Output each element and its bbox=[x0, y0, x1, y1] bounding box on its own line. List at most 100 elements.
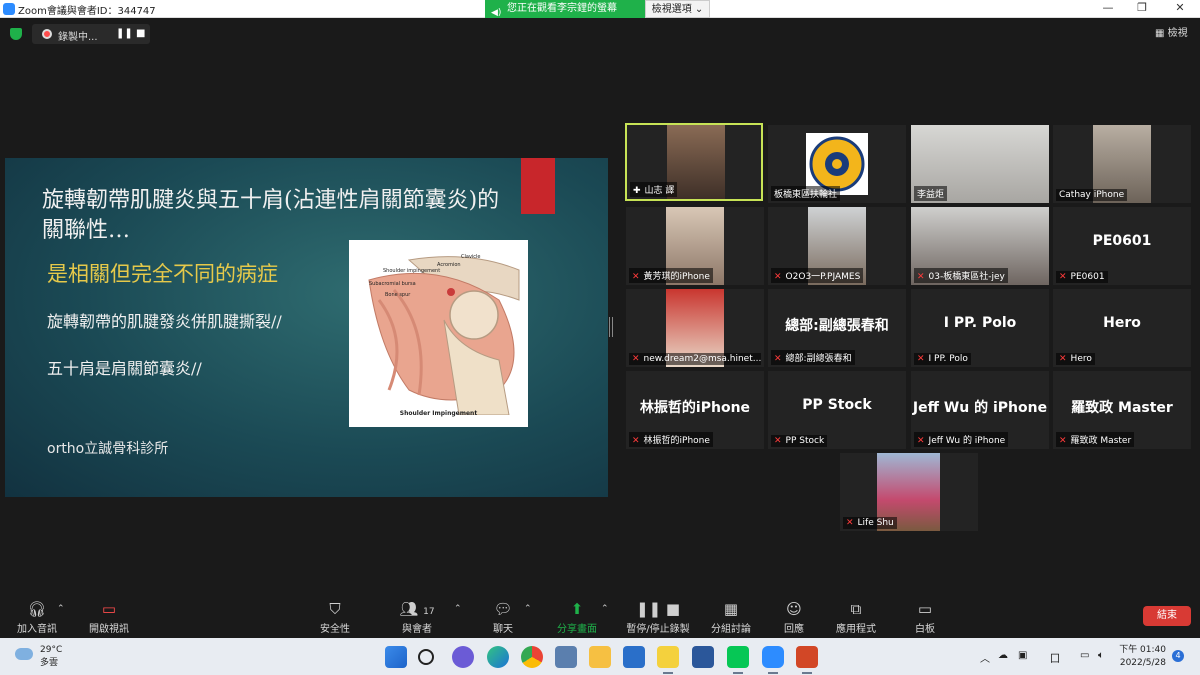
participants-label: 與會者 bbox=[402, 624, 432, 635]
whiteboard-button[interactable]: ▭ 白板 bbox=[890, 594, 960, 635]
onedrive-cloud-icon[interactable]: ☁ bbox=[998, 650, 1008, 661]
participant-name-text: 羅致政 Master bbox=[1070, 436, 1132, 446]
share-screen-label: 分享畫面 bbox=[557, 624, 597, 635]
share-banner-text: 您正在觀看李宗鋰的螢幕 bbox=[507, 3, 617, 14]
participants-count: 17 bbox=[423, 607, 435, 617]
sticky-notes-icon[interactable] bbox=[657, 646, 679, 668]
participant-name: ✕ PE0601 bbox=[1056, 271, 1108, 283]
word-icon[interactable] bbox=[692, 646, 714, 668]
participant-tile[interactable]: PE0601 ✕ PE0601 bbox=[1053, 207, 1191, 285]
shared-screen: 旋轉韌帶肌腱炎與五十肩(沾連性肩關節囊炎)的關聯性… 是相關但完全不同的病症 旋… bbox=[5, 158, 608, 497]
participant-name: ✕ 林振哲的iPhone bbox=[629, 432, 713, 447]
encryption-shield-icon[interactable] bbox=[10, 28, 22, 40]
participant-name-text: Hero bbox=[1070, 354, 1092, 364]
join-audio-button[interactable]: 🎧︎ 加入音訊 bbox=[2, 594, 72, 635]
participant-display-name: PE0601 bbox=[1092, 233, 1152, 249]
participant-display-name: I PP. Polo bbox=[943, 315, 1017, 331]
participant-tile[interactable]: 林振哲的iPhone ✕ 林振哲的iPhone bbox=[626, 371, 764, 449]
cloud-icon[interactable] bbox=[15, 648, 33, 660]
participant-tile[interactable]: ✕ O2O3一P.PJAMES bbox=[768, 207, 906, 285]
breakout-rooms-button[interactable]: ▦ 分組討論 bbox=[696, 594, 766, 635]
participant-tile[interactable]: 板橋東區扶輪社 bbox=[768, 125, 906, 203]
participant-tile[interactable]: 羅致政 Master ✕ 羅致政 Master bbox=[1053, 371, 1191, 449]
split-view-handle[interactable] bbox=[609, 317, 613, 337]
close-button[interactable]: ✕ bbox=[1170, 1, 1190, 14]
view-options-button[interactable]: 檢視選項 ⌄ bbox=[645, 0, 710, 18]
participant-tile[interactable]: 李益炬 bbox=[911, 125, 1049, 203]
breakout-label: 分組討論 bbox=[711, 624, 751, 635]
participant-tile[interactable]: 總部:副總張春和 ✕ 總部:副總張春和 bbox=[768, 289, 906, 367]
input-method-icon[interactable]: 囗 bbox=[1050, 650, 1060, 665]
participants-chevron-up-icon[interactable]: ⌃ bbox=[454, 604, 462, 614]
start-video-button[interactable]: ▭ 開啟視訊 bbox=[74, 594, 144, 635]
chrome-browser-icon[interactable] bbox=[521, 646, 543, 668]
powerpoint-icon[interactable] bbox=[796, 646, 818, 668]
pause-recording-button[interactable]: ❚❚ bbox=[116, 28, 133, 39]
title-bar: Zoom會議與會者ID：344747 ◀) 您正在觀看李宗鋰的螢幕 檢視選項 ⌄… bbox=[0, 0, 1200, 18]
file-explorer-icon[interactable] bbox=[589, 646, 611, 668]
end-meeting-button[interactable]: 結束 bbox=[1143, 606, 1191, 626]
tray-app-icon[interactable]: ▣ bbox=[1018, 650, 1027, 661]
apps-button[interactable]: ⧉ 應用程式 bbox=[821, 594, 891, 635]
security-button[interactable]: ⛉ 安全性 bbox=[300, 594, 370, 635]
participants-button[interactable]: 👥︎ 17 與會者 bbox=[382, 594, 452, 635]
search-icon[interactable] bbox=[418, 649, 434, 665]
participant-name: ✕ 羅致政 Master bbox=[1056, 432, 1135, 447]
teams-chat-icon[interactable] bbox=[452, 646, 474, 668]
stop-recording-button[interactable]: ■ bbox=[136, 28, 145, 39]
participant-display-name: Hero bbox=[1103, 315, 1141, 331]
participant-name: ✕ Hero bbox=[1056, 353, 1095, 365]
shield-icon: ⛉ bbox=[329, 600, 341, 618]
line-app-icon[interactable] bbox=[727, 646, 749, 668]
participant-name-text: PP Stock bbox=[785, 436, 825, 446]
participant-name-text: I PP. Polo bbox=[928, 354, 968, 364]
pause-stop-icon: ❚❚ ■ bbox=[635, 600, 681, 618]
participant-tile[interactable]: PP Stock ✕ PP Stock bbox=[768, 371, 906, 449]
join-audio-label: 加入音訊 bbox=[17, 624, 57, 635]
chat-chevron-up-icon[interactable]: ⌃ bbox=[524, 604, 532, 614]
system-clock[interactable]: 下午 01:40 2022/5/28 bbox=[1118, 644, 1166, 670]
reactions-button[interactable]: ☺ 回應 bbox=[759, 594, 829, 635]
pause-stop-recording-button[interactable]: ❚❚ ■ 暫停/停止錄製 bbox=[616, 594, 700, 635]
notification-badge[interactable]: 4 bbox=[1172, 650, 1184, 662]
active-app-indicator bbox=[733, 672, 743, 674]
participant-tile[interactable]: Hero ✕ Hero bbox=[1053, 289, 1191, 367]
muted-mic-icon: ✕ bbox=[846, 518, 854, 528]
participant-display-name: 林振哲的iPhone bbox=[639, 400, 751, 416]
share-screen-button[interactable]: ⬆ 分享畫面 bbox=[542, 594, 612, 635]
participant-name: ✕ Jeff Wu 的 iPhone bbox=[914, 432, 1009, 447]
audio-options-chevron-up-icon[interactable]: ⌃ bbox=[57, 604, 65, 614]
muted-mic-icon: ✕ bbox=[774, 272, 782, 282]
edge-browser-icon[interactable] bbox=[487, 646, 509, 668]
participant-name-text: O2O3一P.PJAMES bbox=[785, 272, 861, 282]
maximize-button[interactable]: ❐ bbox=[1132, 1, 1152, 14]
network-icon[interactable]: ▭ bbox=[1080, 650, 1089, 661]
view-layout-button[interactable]: ▦ 檢視 bbox=[1155, 24, 1188, 39]
start-video-label: 開啟視訊 bbox=[89, 624, 129, 635]
notepad-icon[interactable] bbox=[623, 646, 645, 668]
participant-name-text: 黃芳琪的iPhone bbox=[643, 272, 710, 282]
participant-name-text: PE0601 bbox=[1070, 272, 1105, 282]
participant-tile[interactable]: ✕ 黃芳琪的iPhone bbox=[626, 207, 764, 285]
window-title: Zoom會議與會者ID：344747 bbox=[18, 6, 156, 17]
participant-tile[interactable]: ✚ 山志 譯 bbox=[625, 123, 763, 201]
photos-icon[interactable] bbox=[555, 646, 577, 668]
zoom-app-icon[interactable] bbox=[762, 646, 784, 668]
share-chevron-up-icon[interactable]: ⌃ bbox=[601, 604, 609, 614]
participant-tile[interactable]: I PP. Polo ✕ I PP. Polo bbox=[911, 289, 1049, 367]
participant-tile[interactable]: Cathay iPhone bbox=[1053, 125, 1191, 203]
windows-start-icon[interactable] bbox=[385, 646, 407, 668]
volume-icon[interactable]: 🔈︎ bbox=[1098, 650, 1104, 661]
slide-line-2: 五十肩是肩關節囊炎// bbox=[47, 359, 202, 378]
minimize-button[interactable]: — bbox=[1098, 1, 1118, 14]
participant-tile[interactable]: ✕ 03-板橋東區社-jey bbox=[911, 207, 1049, 285]
chat-button[interactable]: 💬︎ 聊天 bbox=[468, 594, 538, 635]
participant-name-text: 總部:副總張春和 bbox=[785, 354, 852, 364]
chat-label: 聊天 bbox=[493, 624, 513, 635]
participant-tile[interactable]: ✕ Life Shu bbox=[840, 453, 978, 531]
participant-tile[interactable]: Jeff Wu 的 iPhone ✕ Jeff Wu 的 iPhone bbox=[911, 371, 1049, 449]
participant-tile[interactable]: ✕ new.dream2@msa.hinet.... bbox=[626, 289, 764, 367]
weather-widget[interactable]: 29°C 多雲 bbox=[40, 644, 62, 670]
tray-chevron-up-icon[interactable]: ︿ bbox=[980, 650, 990, 665]
participant-name: ✕ PP Stock bbox=[771, 435, 828, 447]
